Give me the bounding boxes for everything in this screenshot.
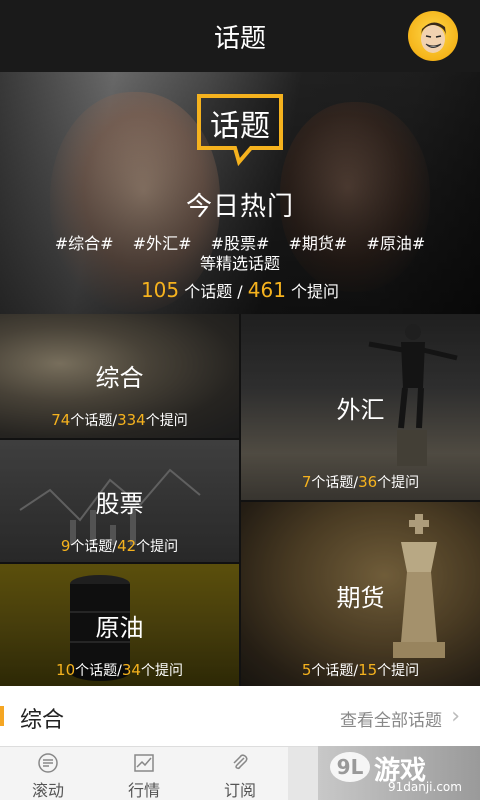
site-watermark: 9L 游戏 91danji.com bbox=[318, 746, 480, 800]
paperclip-icon bbox=[233, 754, 248, 770]
category-stats: 9个话题/42个提问 bbox=[60, 537, 179, 555]
banner-counts: 105 个话题 / 461 个提问 bbox=[0, 278, 480, 302]
category-name: 原油 bbox=[95, 614, 144, 642]
category-name: 股票 bbox=[95, 490, 144, 518]
tab-label: 行情 bbox=[127, 781, 160, 800]
watermark-logo: 9L bbox=[330, 752, 370, 782]
topic-count: 105 bbox=[140, 278, 180, 302]
banner-badge-text: 话题 bbox=[210, 109, 270, 144]
category-stats: 5个话题/15个提问 bbox=[301, 661, 420, 679]
chevron-right-icon[interactable]: › bbox=[451, 704, 460, 729]
chart-icon bbox=[134, 754, 154, 772]
category-tile-general[interactable]: 综合 74个话题/334个提问 bbox=[0, 314, 239, 438]
tab-label: 滚动 bbox=[31, 781, 64, 800]
question-count: 461 bbox=[247, 278, 286, 302]
section-accent-bar bbox=[0, 706, 4, 726]
category-tile-futures[interactable]: 期货 5个话题/15个提问 bbox=[241, 502, 480, 686]
question-unit: 个提问 bbox=[285, 282, 340, 301]
watermark-url: 91danji.com bbox=[388, 780, 462, 794]
category-name: 外汇 bbox=[336, 396, 385, 424]
top-bar: 话题 bbox=[0, 0, 480, 72]
category-stats: 74个话题/334个提问 bbox=[51, 411, 188, 429]
avatar-face-icon bbox=[421, 22, 446, 53]
section-title: 综合 bbox=[20, 708, 65, 733]
tab-topics[interactable] bbox=[288, 747, 318, 800]
category-tile-stocks[interactable]: 股票 9个话题/42个提问 bbox=[0, 440, 239, 562]
banner-subtitle: 等精选话题 bbox=[199, 254, 280, 273]
category-stats: 10个话题/34个提问 bbox=[56, 661, 183, 679]
topic-speech-bubble-icon: 话题 bbox=[197, 94, 283, 166]
user-avatar[interactable] bbox=[408, 11, 458, 61]
tab-scroll[interactable]: 滚动 bbox=[0, 747, 96, 800]
topic-unit: 个话题 / bbox=[179, 282, 248, 301]
category-stats: 7个话题/36个提问 bbox=[301, 473, 420, 491]
category-tile-forex[interactable]: 外汇 7个话题/36个提问 bbox=[241, 314, 480, 500]
scroll-list-icon bbox=[38, 753, 58, 773]
tab-label: 订阅 bbox=[223, 781, 256, 800]
section-header: 综合 查看全部话题 › bbox=[0, 686, 480, 746]
category-name: 期货 bbox=[336, 584, 385, 612]
tab-subscribe[interactable]: 订阅 bbox=[192, 747, 288, 800]
hot-topics-banner[interactable]: 话题 今日热门 #综合# #外汇# #股票# #期货# #原油# 等精选话题 1… bbox=[0, 72, 480, 314]
banner-headline: 今日热门 bbox=[185, 192, 294, 222]
tab-market[interactable]: 行情 bbox=[96, 747, 192, 800]
category-grid: 综合 74个话题/334个提问 外汇 7个话题/36个提问 股票 9个话题/42… bbox=[0, 314, 480, 686]
category-name: 综合 bbox=[95, 364, 144, 392]
category-tile-crude-oil[interactable]: 原油 10个话题/34个提问 bbox=[0, 564, 239, 686]
view-all-topics-link[interactable]: 查看全部话题 bbox=[340, 706, 442, 731]
